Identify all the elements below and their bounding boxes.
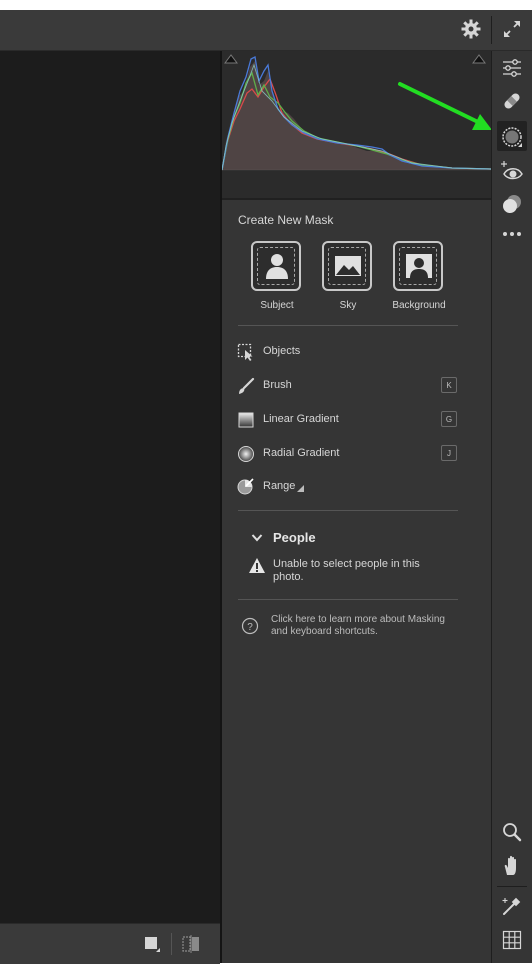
panel-title: Create New Mask [238, 213, 334, 227]
gear-icon[interactable] [460, 18, 482, 40]
annotation-arrow [398, 82, 492, 130]
warning-icon [249, 558, 265, 573]
linear-gradient-label: Linear Gradient [263, 413, 339, 425]
linear-gradient-shortcut-key: G [441, 411, 457, 427]
sky-mask-label: Sky [339, 300, 357, 311]
hand-icon[interactable] [502, 855, 522, 877]
subject-mask-label: Subject [260, 300, 294, 311]
background-mask-label: Background [392, 300, 446, 311]
healing-icon[interactable] [502, 91, 522, 111]
sky-icon [335, 256, 361, 276]
before-after-icon[interactable] [181, 934, 201, 954]
range-label: Range [263, 480, 296, 492]
brush-label: Brush [263, 379, 292, 391]
help-link-line2[interactable]: and keyboard shortcuts. [271, 626, 378, 637]
image-canvas[interactable] [0, 51, 220, 923]
help-link-line1[interactable]: Click here to learn more about Masking [271, 614, 445, 625]
chevron-down-icon[interactable] [251, 533, 263, 543]
background-icon [406, 254, 432, 278]
brush-shortcut-key: K [441, 377, 457, 393]
toolbar-separator [497, 886, 527, 887]
brush-icon [239, 377, 255, 394]
zoom-icon[interactable] [502, 822, 522, 842]
people-message-line2: photo. [273, 571, 304, 583]
range-dropdown-icon[interactable] [297, 485, 304, 492]
sampler-icon[interactable] [502, 896, 522, 916]
divider [238, 599, 458, 600]
fullscreen-icon[interactable] [502, 19, 522, 39]
divider [238, 510, 458, 511]
radial-gradient-label: Radial Gradient [263, 447, 340, 459]
sky-mask-button[interactable] [322, 241, 372, 291]
linear-gradient-icon [238, 412, 254, 428]
people-message-line1: Unable to select people in this [273, 558, 420, 570]
bottom-bar [0, 923, 220, 964]
masking-icon[interactable] [501, 126, 523, 148]
edit-sliders-icon[interactable] [502, 57, 522, 79]
bottom-bar-separator [171, 933, 172, 955]
help-icon[interactable]: ? [241, 617, 259, 635]
view-mode-icon[interactable] [143, 935, 161, 953]
shadow-clipping-indicator[interactable] [224, 54, 238, 64]
subject-mask-button[interactable] [251, 241, 301, 291]
svg-text:?: ? [247, 622, 253, 633]
subject-icon [266, 254, 288, 279]
radial-gradient-shortcut-key: J [441, 445, 457, 461]
range-icon [237, 478, 254, 495]
more-icon[interactable] [502, 229, 522, 239]
top-bar [0, 10, 532, 51]
divider [238, 325, 458, 326]
highlight-clipping-indicator[interactable] [472, 54, 486, 64]
objects-label: Objects [263, 345, 301, 357]
objects-icon [237, 343, 253, 361]
top-bar-separator [491, 16, 492, 44]
people-heading[interactable]: People [273, 530, 316, 545]
background-mask-button[interactable] [393, 241, 443, 291]
radial-gradient-icon [238, 446, 254, 462]
red-eye-icon[interactable] [500, 160, 524, 182]
grid-icon[interactable] [502, 930, 522, 950]
presets-icon[interactable] [501, 194, 523, 214]
